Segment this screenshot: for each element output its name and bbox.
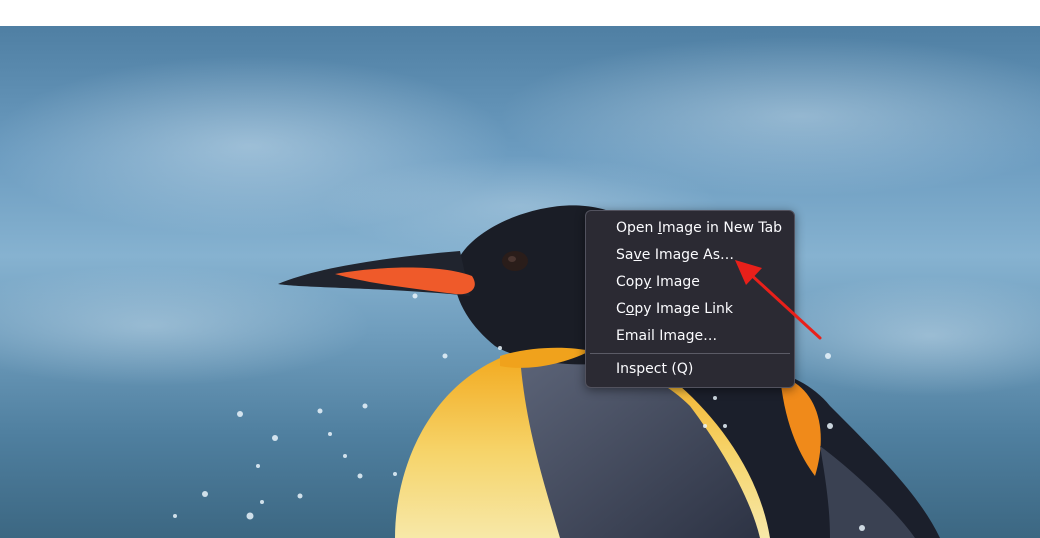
menu-item-label: C — [616, 301, 626, 317]
menu-item-label: e Image As… — [641, 247, 734, 263]
menu-item-label: py Image Link — [634, 301, 733, 317]
menu-item-save-image-as[interactable]: Save Image As… — [586, 242, 794, 269]
penguin-illustration — [0, 36, 1040, 538]
menu-item-copy-image[interactable]: Copy Image — [586, 269, 794, 296]
menu-item-label: Open — [616, 220, 658, 236]
image-context-menu: Open Image in New Tab Save Image As… Cop… — [585, 210, 795, 388]
page-top-bar — [0, 0, 1040, 26]
menu-item-label: Sa — [616, 247, 634, 263]
menu-item-label: mage in New Tab — [661, 220, 783, 236]
menu-item-copy-image-link[interactable]: Copy Image Link — [586, 296, 794, 323]
menu-item-label: Cop — [616, 274, 644, 290]
menu-item-open-image-new-tab[interactable]: Open Image in New Tab — [586, 215, 794, 242]
menu-item-label: Image — [651, 274, 700, 290]
menu-item-email-image[interactable]: Email Image… — [586, 323, 794, 350]
penguin-image[interactable] — [0, 26, 1040, 538]
menu-item-label: Inspect (Q) — [616, 361, 694, 377]
menu-item-label: Email Image… — [616, 328, 718, 344]
access-key: v — [633, 247, 642, 263]
access-key: y — [643, 274, 652, 290]
menu-separator — [590, 353, 790, 354]
menu-item-inspect[interactable]: Inspect (Q) — [586, 356, 794, 383]
